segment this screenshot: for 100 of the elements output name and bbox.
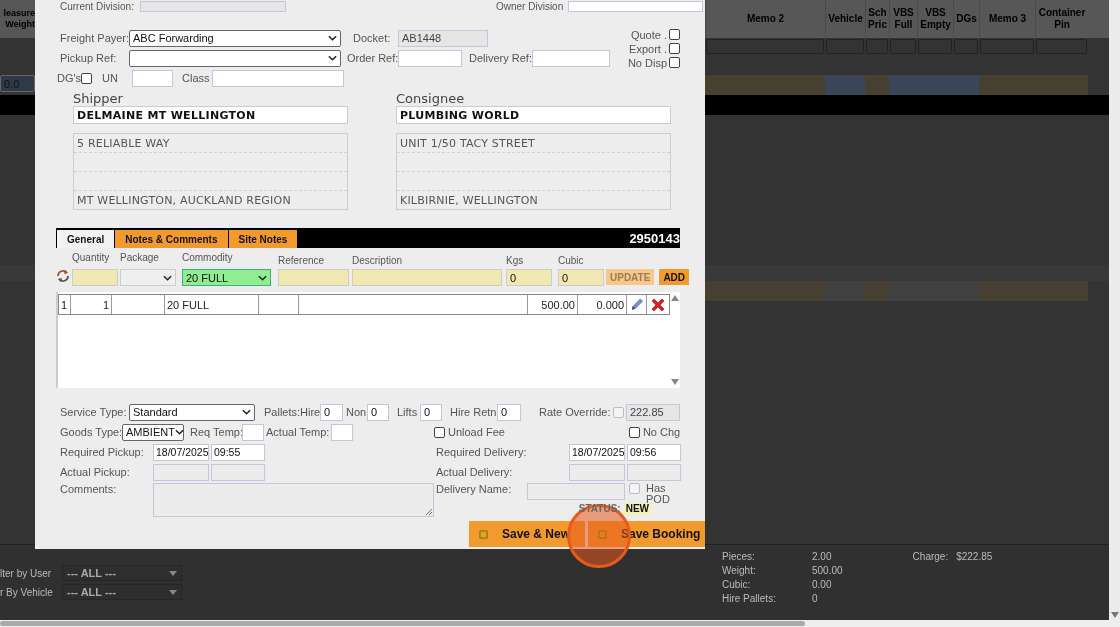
pickup-ref-select[interactable] (129, 49, 341, 67)
document-icon (479, 529, 488, 539)
reference-field[interactable] (278, 269, 349, 286)
charge-value: $222.85 (956, 551, 993, 564)
filter-field[interactable] (706, 39, 824, 54)
division-field[interactable] (140, 1, 286, 12)
field-label: UN (102, 71, 119, 85)
time-field[interactable] (627, 463, 681, 481)
checkbox-label: Unload Fee (448, 425, 505, 439)
field-label: Delivery Name: (436, 483, 513, 496)
table-cell: 1 (71, 295, 112, 314)
time-field[interactable]: 09:56 (627, 443, 681, 461)
refresh-icon[interactable] (56, 269, 70, 283)
delivery-name-field[interactable] (527, 483, 625, 500)
field-label: Service Type: (60, 405, 128, 419)
kgs-field[interactable]: 0 (506, 269, 552, 286)
filter-field[interactable] (980, 39, 1034, 54)
total-value: 0.00 (812, 579, 832, 592)
description-field[interactable] (352, 269, 502, 286)
field-label: Actual Temp: (266, 425, 331, 439)
delete-icon[interactable] (650, 296, 666, 313)
total-value: 0 (812, 593, 818, 606)
quantity-field[interactable] (72, 269, 118, 286)
service-type-select[interactable]: Standard (129, 403, 255, 421)
filter-select[interactable]: --- ALL --- (62, 584, 182, 600)
filter-field[interactable] (1036, 39, 1087, 54)
package-select[interactable] (120, 269, 176, 286)
total-value: 500.00 (812, 565, 843, 578)
booking-number: 2950143 (629, 230, 680, 246)
tab[interactable]: Site Notes (228, 230, 298, 248)
scroll-down-icon[interactable] (1110, 612, 1119, 618)
checkbox[interactable] (669, 57, 680, 68)
address-field[interactable]: 5 RELIABLE WAY MT WELLINGTON, AUCKLAND REGION (73, 133, 348, 210)
temp-field[interactable] (331, 423, 353, 441)
address-field[interactable]: UNIT 1/50 TACY STREET KILBIRNIE, WELLINGTON (396, 133, 671, 210)
time-field[interactable] (211, 463, 265, 481)
document-icon (598, 529, 607, 539)
filter-field[interactable] (918, 39, 952, 54)
column-heading: Memo 2 (746, 13, 785, 25)
checkbox[interactable] (434, 426, 445, 438)
pencil-icon[interactable] (629, 296, 644, 313)
un-field[interactable] (132, 69, 174, 87)
lifts-field[interactable]: 0 (420, 403, 442, 421)
filter-field[interactable] (826, 39, 864, 54)
column-heading: VBS Full (892, 7, 915, 31)
filter-field[interactable] (954, 39, 978, 54)
filter-field[interactable] (866, 39, 888, 54)
order-ref-field[interactable] (398, 49, 462, 67)
checkbox-label: Export . (629, 43, 667, 56)
caret-icon (163, 274, 172, 281)
checkbox[interactable] (81, 72, 93, 84)
caret-icon (169, 589, 177, 595)
filter-field[interactable] (890, 39, 916, 54)
pallets-field[interactable]: 0 (367, 403, 389, 421)
scroll-up-icon[interactable] (671, 295, 679, 301)
column-label: Package (120, 252, 160, 265)
date-field[interactable] (153, 463, 209, 481)
field-label: Pallets:Hire (264, 405, 320, 419)
payer-select[interactable]: ABC Forwarding (129, 29, 341, 47)
delivery-ref-field[interactable] (532, 49, 610, 67)
tab[interactable]: General (57, 230, 115, 248)
scrollbar[interactable] (1109, 0, 1120, 620)
tab[interactable]: Notes & Comments (115, 230, 228, 248)
caret-icon (174, 429, 184, 435)
table-cell: 20 FULL (165, 295, 259, 314)
column-heading: Container Pin (1037, 7, 1087, 31)
checkbox[interactable] (669, 43, 680, 54)
class-field[interactable] (212, 69, 345, 87)
pallets-field[interactable]: 0 (320, 403, 343, 421)
name-field[interactable]: DELMAINE MT WELLINGTON (73, 106, 348, 124)
checkbox[interactable] (669, 29, 680, 40)
comments-field[interactable] (153, 483, 434, 517)
field-label: Actual Delivery: (436, 465, 514, 479)
filter-select[interactable]: --- ALL --- (62, 565, 182, 581)
column-heading: Memo 3 (988, 13, 1027, 25)
caret-icon (328, 55, 337, 61)
checkbox[interactable] (628, 426, 640, 438)
hire-retn-field[interactable]: 0 (497, 403, 521, 421)
date-field[interactable] (569, 463, 625, 481)
resize-grip-icon[interactable] (426, 509, 432, 515)
field-label: Actual Pickup: (60, 465, 131, 479)
field-label: Pickup Ref: (60, 51, 118, 65)
column-label: Commodity (182, 252, 234, 265)
division-field[interactable] (568, 1, 703, 12)
goods-type-select[interactable]: AMBIENT (122, 423, 184, 441)
checkbox-label: Quote . (630, 29, 667, 42)
scroll-down-icon[interactable] (671, 379, 679, 385)
cubic-field[interactable]: 0 (558, 269, 604, 286)
date-field[interactable]: 18/07/2025 (153, 443, 209, 461)
name-field[interactable]: PLUMBING WORLD (396, 106, 671, 124)
item-button[interactable]: ADD (659, 269, 690, 285)
caret-icon (169, 570, 177, 576)
column-label: Reference (278, 255, 326, 268)
field-label: Required Delivery: (436, 445, 528, 459)
temp-field[interactable] (242, 423, 264, 441)
save-button[interactable]: Save Booking (588, 521, 705, 547)
time-field[interactable]: 09:55 (211, 443, 265, 461)
scrollbar-thumb[interactable] (0, 621, 805, 626)
commodity-select[interactable]: 20 FULL (182, 269, 271, 286)
date-field[interactable]: 18/07/2025 (569, 443, 625, 461)
